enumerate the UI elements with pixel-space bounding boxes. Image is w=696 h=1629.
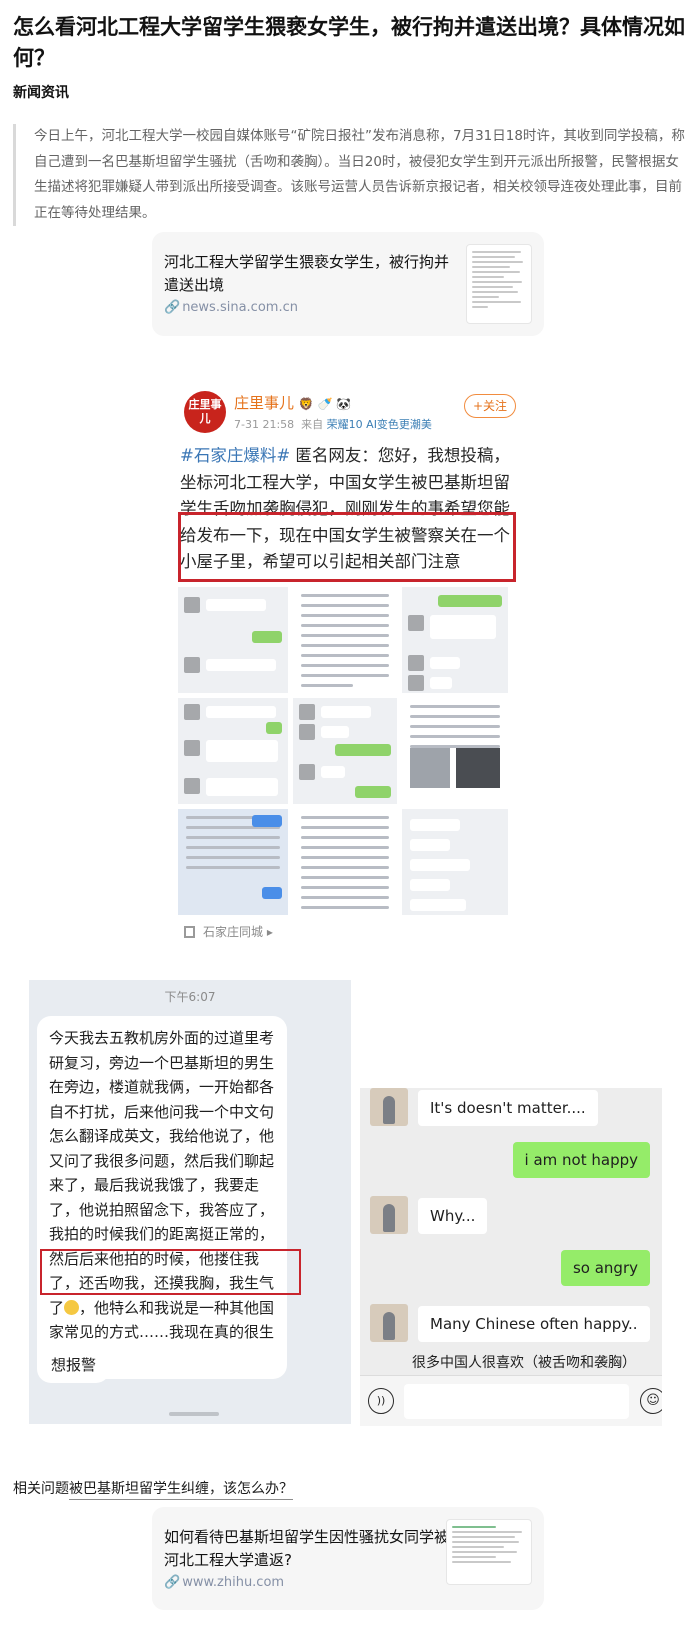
grid-image: [178, 698, 288, 804]
avatar: [370, 1088, 408, 1126]
grid-image: [293, 698, 397, 804]
chat-message-bubble: 今天我去五教机房外面的过道里考研复习，旁边一个巴基斯坦的男生在旁边，楼道就我俩，…: [37, 1016, 287, 1379]
article-page: 怎么看河北工程大学留学生猥亵女学生，被行拘并遣送出境？具体情况如何？ 新闻资讯 …: [0, 0, 696, 1629]
link-card-sina[interactable]: 河北工程大学留学生猥亵女学生，被行拘并遣送出境 🔗 news.sina.com.c…: [152, 232, 544, 336]
grid-image: [178, 587, 288, 693]
link-card-title: 河北工程大学留学生猥亵女学生，被行拘并遣送出境: [164, 253, 450, 294]
emoji-icon: ☺: [640, 1388, 662, 1414]
link-card-url: 🔗 www.zhihu.com: [164, 1575, 284, 1590]
chat-highlight-box: [40, 1249, 301, 1295]
home-indicator: [169, 1412, 219, 1416]
grid-image: [178, 809, 288, 915]
chat-outgoing-message: i am not happy: [512, 1142, 650, 1178]
chat-caption: 很多中国人很喜欢（被舌吻和袭胸）: [412, 1355, 636, 1371]
link-card-url-text: www.zhihu.com: [182, 1575, 285, 1590]
location-grid-icon: [184, 926, 195, 938]
avatar: [370, 1304, 408, 1342]
chat-input-bar: )) ☺: [360, 1375, 662, 1426]
chat-screenshot-left: 下午6:07 今天我去五教机房外面的过道里考研复习，旁边一个巴基斯坦的男生在旁边…: [29, 980, 351, 1424]
chat-incoming-message: Many Chinese often happy..: [418, 1306, 650, 1342]
link-chain-icon: 🔗: [164, 300, 181, 315]
related-question-link[interactable]: 被巴基斯坦留学生纠缠，该怎么办？: [69, 1481, 293, 1500]
weibo-avatar: 庄里事儿: [184, 391, 226, 433]
weibo-username-text: 庄里事儿: [234, 394, 295, 412]
voice-icon: )): [368, 1388, 394, 1414]
chat-message-bubble-2: 想报警: [37, 1346, 111, 1383]
grid-image: [402, 587, 508, 693]
chat-screenshot-right: It's doesn't matter.... i am not happy W…: [360, 1088, 662, 1426]
related-question[interactable]: 相关问题被巴基斯坦留学生纠缠，该怎么办？: [13, 1478, 293, 1500]
link-card-thumbnail: [446, 1519, 532, 1585]
weibo-location-text: 石家庄同城: [203, 925, 264, 939]
chat-incoming-message: It's doesn't matter....: [418, 1090, 598, 1126]
link-card-zhihu[interactable]: 如何看待巴基斯坦留学生因性骚扰女同学被河北工程大学遣返? 🔗 www.zhihu.…: [152, 1507, 544, 1610]
weibo-image-grid: [178, 587, 526, 917]
weibo-hashtag: #石家庄爆料#: [180, 446, 291, 465]
chat-incoming-message: Why...: [418, 1198, 488, 1234]
grid-image: [293, 587, 397, 693]
weibo-source-prefix: 来自: [301, 418, 324, 431]
weibo-device: 荣耀10 AI变色更潮美: [326, 418, 432, 431]
link-chain-icon: 🔗: [164, 1575, 181, 1590]
chat-outgoing-message: so angry: [560, 1250, 650, 1286]
page-title: 怎么看河北工程大学留学生猥亵女学生，被行拘并遣送出境？具体情况如何？: [13, 15, 685, 70]
link-card-url-text: news.sina.com.cn: [182, 300, 298, 315]
weibo-screenshot: 庄里事儿 庄里事儿 🦁 🍼 🐼 7-31 21:58 来自 荣耀10 AI变色更…: [178, 385, 526, 947]
link-card-url: 🔗 news.sina.com.cn: [164, 300, 298, 315]
weibo-follow-button: +关注: [464, 394, 516, 418]
grid-image: [402, 698, 508, 804]
weibo-meta: 7-31 21:58 来自 荣耀10 AI变色更潮美: [234, 416, 432, 432]
chat-input-field: [404, 1384, 629, 1419]
grid-image: [402, 809, 508, 915]
related-prefix: 相关问题: [13, 1481, 69, 1497]
author-name[interactable]: 新闻资讯: [13, 82, 69, 102]
article-quote: 今日上午，河北工程大学一校园自媒体账号“矿院日报社”发布消息称，7月31日18时…: [13, 124, 689, 226]
weibo-username: 庄里事儿 🦁 🍼 🐼: [234, 392, 351, 413]
weibo-location: 石家庄同城 ▸: [178, 918, 526, 947]
angry-emoji-icon: [64, 1299, 80, 1315]
weibo-badges: 🦁 🍼 🐼: [298, 397, 352, 411]
chat-time: 下午6:07: [164, 990, 216, 1004]
link-card-thumbnail: [466, 244, 532, 324]
weibo-highlight-box: [178, 512, 516, 582]
grid-image: [293, 809, 397, 915]
link-card-title: 如何看待巴基斯坦留学生因性骚扰女同学被河北工程大学遣返?: [164, 1528, 450, 1569]
avatar: [370, 1196, 408, 1234]
weibo-time: 7-31 21:58: [234, 418, 295, 431]
